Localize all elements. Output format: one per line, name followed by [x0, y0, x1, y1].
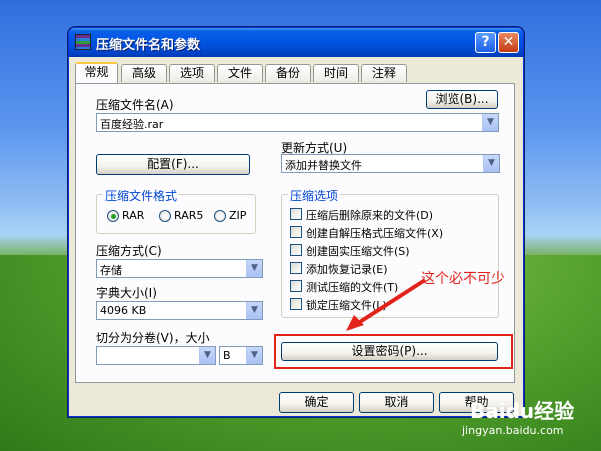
- radio-zip[interactable]: [214, 210, 226, 222]
- split-label: 切分为分卷(V)，大小: [96, 331, 210, 345]
- ok-button[interactable]: 确定: [279, 392, 354, 413]
- dictionary-value: 4096 KB: [100, 304, 147, 317]
- tab-options[interactable]: 选项: [169, 64, 215, 82]
- tab-advanced[interactable]: 高级: [121, 64, 167, 82]
- browse-button[interactable]: 浏览(B)...: [426, 90, 498, 109]
- radio-rar5[interactable]: [159, 210, 171, 222]
- watermark-url: jingyan.baidu.com: [462, 424, 564, 437]
- update-mode-value: 添加并替换文件: [285, 159, 362, 172]
- split-unit-value: B: [223, 349, 231, 362]
- method-label: 压缩方式(C): [96, 244, 162, 258]
- chevron-down-icon[interactable]: ▼: [199, 347, 215, 364]
- archive-format-group: 压缩文件格式 RAR RAR5 ZIP: [96, 187, 256, 234]
- winrar-icon: [75, 34, 91, 50]
- annotation-text: 这个必不可少: [421, 271, 505, 287]
- cancel-button[interactable]: 取消: [359, 392, 434, 413]
- option-solid-checkbox[interactable]: [290, 244, 302, 256]
- dictionary-select[interactable]: 4096 KB ▼: [96, 301, 263, 320]
- window-title: 压缩文件名和参数: [96, 38, 201, 53]
- archive-options-title: 压缩选项: [288, 187, 341, 204]
- chevron-down-icon[interactable]: ▼: [483, 155, 499, 172]
- tab-backup[interactable]: 备份: [265, 64, 311, 82]
- dictionary-label: 字典大小(I): [96, 286, 157, 300]
- chevron-down-icon[interactable]: ▼: [246, 347, 262, 364]
- option-sfx-checkbox[interactable]: [290, 226, 302, 238]
- watermark-logo: Baidu经验: [470, 399, 575, 423]
- option-recovery-checkbox[interactable]: [290, 262, 302, 274]
- option-lock-checkbox[interactable]: [290, 298, 302, 310]
- archive-name-label: 压缩文件名(A): [96, 98, 174, 112]
- archive-name-field[interactable]: 百度经验.rar ▼: [96, 113, 499, 132]
- close-icon[interactable]: ✕: [498, 32, 519, 53]
- radio-rar5-label: RAR5: [174, 209, 204, 222]
- archive-name-value: 百度经验.rar: [100, 118, 164, 131]
- update-mode-select[interactable]: 添加并替换文件 ▼: [281, 154, 500, 173]
- method-value: 存储: [100, 264, 122, 277]
- tab-general[interactable]: 常规: [75, 62, 118, 83]
- profiles-button[interactable]: 配置(F)...: [96, 154, 250, 175]
- tab-files[interactable]: 文件: [217, 64, 263, 82]
- chevron-down-icon[interactable]: ▼: [482, 114, 498, 131]
- split-unit-select[interactable]: B ▼: [219, 346, 263, 365]
- method-select[interactable]: 存储 ▼: [96, 259, 263, 278]
- option-sfx-label: 创建自解压格式压缩文件(X): [306, 227, 444, 240]
- chevron-down-icon[interactable]: ▼: [246, 260, 262, 277]
- help-icon[interactable]: ?: [475, 32, 496, 53]
- radio-rar[interactable]: [107, 210, 119, 222]
- tab-time[interactable]: 时间: [313, 64, 359, 82]
- radio-rar-label: RAR: [122, 209, 145, 222]
- option-test-checkbox[interactable]: [290, 280, 302, 292]
- tab-comment[interactable]: 注释: [361, 64, 407, 82]
- option-delete-checkbox[interactable]: [290, 208, 302, 220]
- highlight-box: [274, 334, 513, 369]
- split-size-select[interactable]: ▼: [96, 346, 216, 365]
- radio-zip-label: ZIP: [229, 209, 247, 222]
- arrow-icon: [346, 278, 427, 331]
- archive-format-title: 压缩文件格式: [103, 187, 180, 204]
- option-solid-label: 创建固实压缩文件(S): [306, 245, 410, 258]
- title-bar[interactable]: 压缩文件名和参数 ? ✕: [69, 28, 523, 57]
- option-delete-label: 压缩后删除原来的文件(D): [306, 209, 434, 222]
- chevron-down-icon[interactable]: ▼: [246, 302, 262, 319]
